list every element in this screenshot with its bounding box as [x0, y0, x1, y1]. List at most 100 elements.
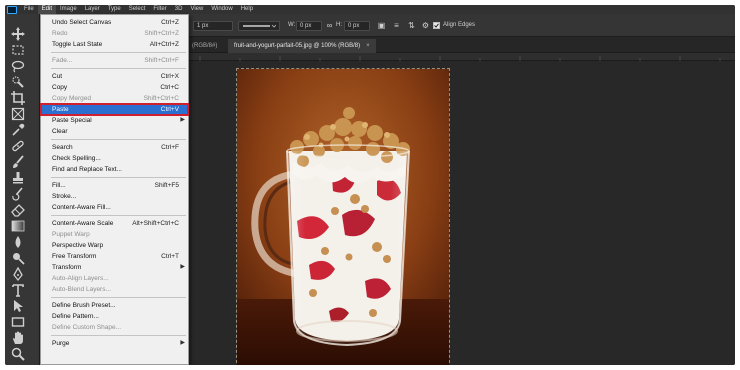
- settings-gear-icon[interactable]: ⚙: [421, 21, 430, 30]
- menu-select[interactable]: Select: [125, 5, 150, 14]
- menu-item-transform[interactable]: Transform ▶: [41, 262, 188, 273]
- menu-separator: [51, 139, 186, 140]
- close-tab-icon[interactable]: ×: [366, 43, 370, 49]
- width-field[interactable]: 0 px: [296, 21, 322, 31]
- menu-item-label: Paste: [52, 106, 69, 113]
- document-tab-title: fruit-and-yogurt-parfait-05.jpg @ 100% (…: [234, 43, 361, 49]
- document-tab-previous[interactable]: (RGB/8#): [186, 39, 223, 53]
- menu-item-content-aware-fill[interactable]: Content-Aware Fill...: [41, 202, 188, 213]
- menu-item-undo-select-canvas[interactable]: Undo Select Canvas Ctrl+Z: [41, 17, 188, 28]
- clone-stamp-tool-icon[interactable]: [10, 170, 26, 186]
- menu-item-auto-blend-layers[interactable]: Auto-Blend Layers...: [41, 284, 188, 295]
- submenu-arrow-icon: ▶: [180, 264, 185, 270]
- eraser-tool-icon[interactable]: [10, 202, 26, 218]
- crop-tool-icon[interactable]: [10, 90, 26, 106]
- frame-tool-icon[interactable]: [10, 106, 26, 122]
- menu-edit[interactable]: Edit: [37, 5, 57, 14]
- menu-item-paste-special[interactable]: Paste Special ▶: [41, 115, 188, 126]
- path-arrangement-icon[interactable]: ⇅: [407, 21, 416, 30]
- menu-separator: [51, 177, 186, 178]
- menu-item-label: Define Custom Shape...: [52, 324, 122, 331]
- brush-tool-icon[interactable]: [10, 154, 26, 170]
- align-edges-checkbox[interactable]: [433, 22, 440, 29]
- menu-type[interactable]: Type: [104, 5, 125, 14]
- parfait-photo: [237, 69, 449, 365]
- stroke-line-icon: [243, 24, 277, 28]
- menu-separator: [51, 52, 186, 53]
- menu-item-define-brush-preset[interactable]: Define Brush Preset...: [41, 300, 188, 311]
- eyedropper-tool-icon[interactable]: [10, 122, 26, 138]
- menu-item-label: Purge: [52, 340, 70, 347]
- menu-item-search[interactable]: Search Ctrl+F: [41, 142, 188, 153]
- path-operations-icon[interactable]: ▣: [377, 21, 386, 30]
- menu-item-shortcut: Ctrl+T: [161, 253, 179, 260]
- menu-item-check-spelling[interactable]: Check Spelling...: [41, 153, 188, 164]
- menu-item-shortcut: Shift+Ctrl+F: [144, 57, 179, 64]
- path-alignment-icon[interactable]: ≡: [392, 21, 401, 30]
- menu-item-label: Clear: [52, 128, 68, 135]
- height-field[interactable]: 0 px: [344, 21, 370, 31]
- menu-item-label: Fill...: [52, 182, 66, 189]
- menu-item-toggle-last-state[interactable]: Toggle Last State Alt+Ctrl+Z: [41, 39, 188, 50]
- document-canvas[interactable]: [236, 68, 450, 365]
- menu-item-define-pattern[interactable]: Define Pattern...: [41, 311, 188, 322]
- menu-item-copy-merged[interactable]: Copy Merged Shift+Ctrl+C: [41, 93, 188, 104]
- menu-item-clear[interactable]: Clear: [41, 126, 188, 137]
- menu-item-define-custom-shape[interactable]: Define Custom Shape...: [41, 322, 188, 333]
- dodge-tool-icon[interactable]: [10, 250, 26, 266]
- menu-item-label: Content-Aware Fill...: [52, 204, 111, 211]
- menu-item-label: Find and Replace Text...: [52, 166, 122, 173]
- menu-item-label: Check Spelling...: [52, 155, 101, 162]
- lasso-tool-icon[interactable]: [10, 58, 26, 74]
- healing-brush-tool-icon[interactable]: [10, 138, 26, 154]
- menu-item-free-transform[interactable]: Free Transform Ctrl+T: [41, 251, 188, 262]
- path-select-tool-icon[interactable]: [10, 298, 26, 314]
- stroke-width-field[interactable]: 1 px: [193, 21, 233, 31]
- hand-tool-icon[interactable]: [10, 330, 26, 346]
- menu-item-find-and-replace-text[interactable]: Find and Replace Text...: [41, 164, 188, 175]
- menu-file[interactable]: File: [20, 5, 38, 14]
- menu-item-label: Auto-Blend Layers...: [52, 286, 111, 293]
- document-tab-active[interactable]: fruit-and-yogurt-parfait-05.jpg @ 100% (…: [228, 39, 376, 53]
- menu-item-content-aware-scale[interactable]: Content-Aware Scale Alt+Shift+Ctrl+C: [41, 218, 188, 229]
- menu-item-label: Free Transform: [52, 253, 97, 260]
- menu-filter[interactable]: Filter: [149, 5, 170, 14]
- menu-help[interactable]: Help: [237, 5, 257, 14]
- zoom-tool-icon[interactable]: [10, 346, 26, 362]
- menu-window[interactable]: Window: [207, 5, 236, 14]
- menu-item-redo[interactable]: Redo Shift+Ctrl+Z: [41, 28, 188, 39]
- tools-panel: [5, 14, 40, 365]
- menu-item-copy[interactable]: Copy Ctrl+C: [41, 82, 188, 93]
- menu-item-label: Redo: [52, 30, 68, 37]
- height-label: H:: [336, 22, 342, 28]
- menu-item-stroke[interactable]: Stroke...: [41, 191, 188, 202]
- menu-view[interactable]: View: [186, 5, 207, 14]
- menu-item-paste[interactable]: Paste Ctrl+V: [40, 103, 189, 116]
- menu-item-cut[interactable]: Cut Ctrl+X: [41, 71, 188, 82]
- pen-tool-icon[interactable]: [10, 266, 26, 282]
- menu-item-fade[interactable]: Fade... Shift+Ctrl+F: [41, 55, 188, 66]
- menu-item-label: Perspective Warp: [52, 242, 104, 249]
- menu-item-label: Stroke...: [52, 193, 77, 200]
- submenu-arrow-icon: ▶: [180, 340, 185, 346]
- menu-item-purge[interactable]: Purge ▶: [41, 338, 188, 349]
- menu-item-auto-align-layers[interactable]: Auto-Align Layers...: [41, 273, 188, 284]
- quick-select-tool-icon[interactable]: [10, 74, 26, 90]
- menu-image[interactable]: Image: [56, 5, 81, 14]
- move-tool-icon[interactable]: [10, 26, 26, 42]
- menu-item-puppet-warp[interactable]: Puppet Warp: [41, 229, 188, 240]
- menu-item-fill[interactable]: Fill... Shift+F5: [41, 180, 188, 191]
- menu-item-perspective-warp[interactable]: Perspective Warp: [41, 240, 188, 251]
- link-icon[interactable]: ∞: [325, 21, 334, 30]
- menu-3d[interactable]: 3D: [171, 5, 187, 14]
- menu-layer[interactable]: Layer: [81, 5, 104, 14]
- stroke-style-dropdown[interactable]: [238, 21, 280, 31]
- photoshop-window: File Edit Image Layer Type Select Filter…: [5, 5, 735, 365]
- blur-tool-icon[interactable]: [10, 234, 26, 250]
- marquee-tool-icon[interactable]: [10, 42, 26, 58]
- menu-separator: [51, 215, 186, 216]
- type-tool-icon[interactable]: [10, 282, 26, 298]
- rectangle-tool-icon[interactable]: [10, 314, 26, 330]
- history-brush-tool-icon[interactable]: [10, 186, 26, 202]
- gradient-tool-icon[interactable]: [10, 218, 26, 234]
